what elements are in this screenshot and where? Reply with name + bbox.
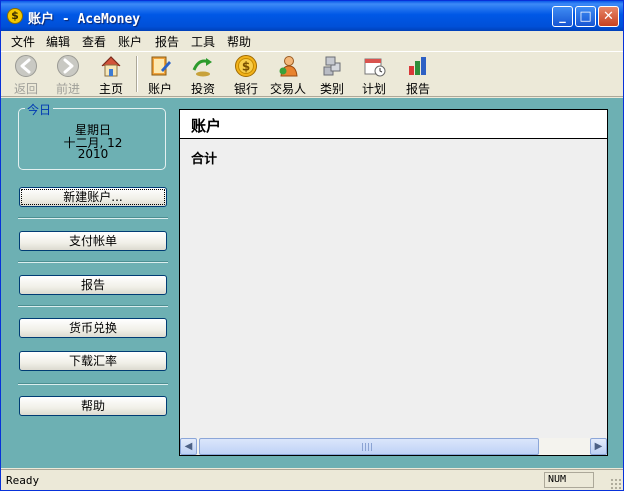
menu-edit[interactable]: 编辑: [46, 33, 70, 50]
back-button[interactable]: 返回: [5, 54, 47, 96]
accounts-panel: 账户 合计 ◀ ▶: [179, 109, 608, 456]
categories-boxes-icon: [323, 56, 341, 76]
payees-label: 交易人: [269, 82, 306, 96]
title-bar[interactable]: $ 账户 - AceMoney _ □ ✕: [1, 1, 623, 31]
total-label: 合计: [191, 152, 218, 167]
menu-bar: 文件 编辑 查看 账户 报告 工具 帮助: [1, 31, 623, 51]
toolbar: 返回 前进 主页 账户 投资 $ 银行 交易人 类别 计划 报告: [1, 51, 623, 97]
status-text: Ready: [6, 474, 40, 487]
menu-tools[interactable]: 工具: [191, 33, 215, 50]
schedule-button[interactable]: 计划: [353, 54, 395, 96]
minimize-button[interactable]: _: [552, 6, 573, 27]
back-arrow-icon: [15, 55, 37, 77]
sidebar-divider: [18, 217, 168, 219]
scroll-right-icon[interactable]: ▶: [590, 438, 607, 455]
help-sidebar-button[interactable]: 帮助: [19, 396, 167, 416]
app-logo-icon: $: [7, 8, 23, 24]
menu-reports[interactable]: 报告: [155, 33, 179, 50]
investments-button[interactable]: 投资: [182, 54, 224, 96]
schedule-label: 计划: [361, 82, 386, 96]
workspace: 今日 星期日 十二月, 12 2010 新建账户... 支付帐单 报告 货币兑换…: [1, 98, 623, 468]
horizontal-scrollbar[interactable]: ◀ ▶: [180, 438, 607, 455]
currency-exchange-button[interactable]: 货币兑换: [19, 318, 167, 338]
panel-header: 账户: [180, 110, 607, 139]
accounts-book-icon: [151, 56, 171, 76]
svg-text:$: $: [242, 60, 250, 74]
scroll-thumb[interactable]: [199, 438, 539, 455]
forward-label: 前进: [55, 82, 80, 96]
calendar-icon: [364, 58, 386, 77]
today-legend: 今日: [25, 101, 54, 118]
download-rates-button[interactable]: 下载汇率: [19, 351, 167, 371]
menu-help[interactable]: 帮助: [227, 33, 251, 50]
new-account-button[interactable]: 新建账户...: [19, 187, 167, 207]
payees-button[interactable]: 交易人: [267, 54, 309, 96]
reports-sidebar-button[interactable]: 报告: [19, 275, 167, 295]
payee-person-icon: [279, 56, 298, 77]
accounts-button[interactable]: 账户: [139, 54, 181, 96]
page-title: 账户: [191, 117, 222, 135]
home-icon: [101, 56, 121, 77]
categories-label: 类别: [319, 82, 344, 96]
back-label: 返回: [13, 82, 38, 96]
forward-button[interactable]: 前进: [47, 54, 89, 96]
resize-grip-icon[interactable]: [610, 478, 621, 489]
menu-account[interactable]: 账户: [118, 33, 142, 50]
menu-view[interactable]: 查看: [82, 33, 106, 50]
sidebar-divider: [18, 261, 168, 263]
categories-button[interactable]: 类别: [311, 54, 353, 96]
close-button[interactable]: ✕: [598, 6, 619, 27]
home-label: 主页: [98, 82, 123, 96]
maximize-button[interactable]: □: [575, 6, 596, 27]
sidebar-divider: [18, 383, 168, 385]
reports-chart-icon: [409, 57, 426, 75]
forward-arrow-icon: [57, 55, 79, 77]
menu-file[interactable]: 文件: [11, 33, 35, 50]
bank-label: 银行: [233, 82, 258, 96]
today-year: 2010: [77, 147, 109, 161]
sidebar-divider: [18, 305, 168, 307]
window-title: 账户 - AceMoney: [28, 12, 141, 27]
status-bar: Ready NUM: [1, 469, 623, 490]
scroll-grip-icon: [362, 443, 372, 451]
reports-label: 报告: [405, 82, 430, 96]
accounts-label: 账户: [147, 82, 172, 96]
scroll-left-icon[interactable]: ◀: [180, 438, 197, 455]
app-window: $ 账户 - AceMoney _ □ ✕ 文件 编辑 查看 账户 报告 工具 …: [0, 0, 624, 491]
num-lock-indicator: NUM: [544, 472, 594, 488]
pay-bills-button[interactable]: 支付帐单: [19, 231, 167, 251]
bank-button[interactable]: $ 银行: [225, 54, 267, 96]
reports-button[interactable]: 报告: [397, 54, 439, 96]
investments-icon: [192, 58, 212, 77]
today-box: 今日 星期日 十二月, 12 2010: [18, 101, 166, 170]
home-button[interactable]: 主页: [90, 54, 132, 96]
toolbar-separator: [136, 56, 138, 92]
dollar-coin-icon: $: [235, 55, 257, 77]
investments-label: 投资: [190, 82, 215, 96]
